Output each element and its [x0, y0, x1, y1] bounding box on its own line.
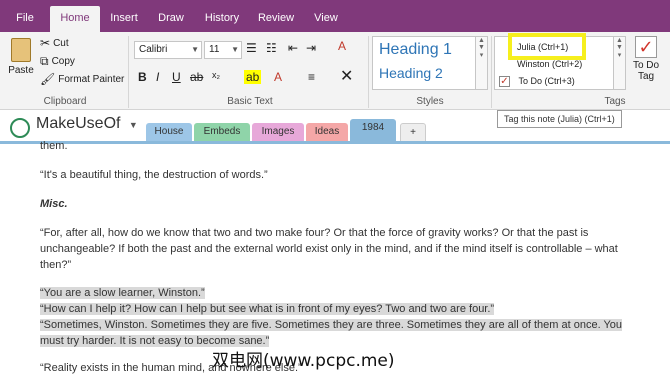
quote[interactable]: “It's a beautiful thing, the destruction…	[40, 167, 640, 183]
font-size-select[interactable]: 11 ▼	[204, 41, 242, 59]
tab-review[interactable]: Review	[254, 6, 298, 32]
basic-text-group-label: Basic Text	[227, 96, 273, 107]
bullets-button[interactable]: ☰	[246, 42, 257, 54]
divider	[491, 36, 492, 108]
tab-history[interactable]: History	[198, 6, 246, 32]
bold-button[interactable]: B	[138, 70, 147, 84]
numbering-button[interactable]: ☷	[266, 42, 277, 54]
tab-file[interactable]: File	[8, 6, 42, 32]
indent-icon: ⇥	[306, 41, 317, 55]
font-family-select[interactable]: Calibri ▼	[134, 41, 202, 59]
tag-todo[interactable]: ✓ To Do (Ctrl+3)	[499, 73, 575, 89]
style-heading-2[interactable]: Heading 2	[379, 65, 443, 81]
heading-misc[interactable]: Misc.	[40, 196, 640, 212]
increase-indent-button[interactable]: ⇥	[306, 42, 316, 54]
copy-button[interactable]: ⧉ Copy	[40, 55, 75, 67]
brush-icon: 🖌	[40, 72, 56, 86]
copy-icon: ⧉	[40, 54, 49, 68]
tab-home[interactable]: Home	[50, 6, 100, 32]
bullet-list-icon: ☰	[246, 41, 257, 55]
scissors-icon: ✂	[40, 36, 51, 50]
cut-button[interactable]: ✂ Cut	[40, 37, 69, 49]
tab-insert[interactable]: Insert	[104, 6, 144, 32]
underline-button[interactable]: U	[172, 70, 181, 84]
chevron-down-icon: ▼	[231, 45, 239, 54]
subscript-button[interactable]: x₂	[212, 70, 220, 80]
decrease-indent-button[interactable]: ⇤	[288, 42, 298, 54]
checkbox-icon: ✓	[499, 76, 510, 88]
divider	[368, 36, 369, 108]
tab-view[interactable]: View	[308, 6, 344, 32]
paste-button[interactable]: Paste	[8, 38, 34, 76]
notebook-icon	[10, 118, 30, 138]
style-heading-1[interactable]: Heading 1	[379, 41, 452, 59]
format-painter-button[interactable]: 🖌 Format Painter	[40, 73, 124, 85]
highlight-box	[508, 33, 586, 60]
paragraph-line[interactable]: “For, after all, how do we know that two…	[40, 225, 640, 241]
highlighted-line[interactable]: “Sometimes, Winston. Sometimes they are …	[40, 319, 623, 331]
align-button[interactable]: ≡	[308, 70, 315, 84]
strikethrough-button[interactable]: ab	[190, 70, 203, 84]
watermark: 双电网(www.pcpc.me)	[212, 351, 395, 371]
todo-tag-button[interactable]: ✓ To Do Tag	[632, 36, 660, 88]
chevron-down-icon: ▼	[191, 45, 199, 54]
ribbon-tab-bar: File Home Insert Draw History Review Vie…	[0, 0, 670, 32]
clear-formatting-button[interactable]: A	[338, 40, 346, 52]
tag-tooltip: Tag this note (Julia) (Ctrl+1)	[497, 110, 622, 128]
notebook-name[interactable]: MakeUseOf ▼	[36, 115, 138, 133]
numbered-list-icon: ☷	[266, 41, 277, 55]
chevron-down-icon: ▼	[128, 120, 138, 130]
paragraph-line[interactable]: unchangeable? If both the past and the e…	[40, 241, 640, 257]
tags-scroll[interactable]: ▲ ▼ ▾	[614, 36, 626, 90]
styles-group-label: Styles	[416, 96, 444, 107]
checkmark-icon: ✓	[635, 36, 657, 58]
highlighted-line[interactable]: “How can I help it? How can I help but s…	[40, 303, 495, 315]
paste-icon	[11, 38, 31, 62]
styles-scroll[interactable]: ▲ ▼ ▾	[476, 36, 488, 90]
highlighted-line[interactable]: “You are a slow learner, Winston.”	[40, 287, 205, 299]
font-color-button[interactable]: A	[274, 70, 282, 84]
clear-format-icon: A	[338, 39, 347, 53]
outdent-icon: ⇤	[288, 41, 299, 55]
page-content[interactable]: them. “It's a beautiful thing, the destr…	[0, 140, 670, 379]
tab-draw[interactable]: Draw	[152, 6, 190, 32]
delete-icon[interactable]: ✕	[340, 66, 353, 86]
highlight-button[interactable]: ab	[244, 70, 262, 84]
tags-group-label: Tags	[604, 96, 626, 107]
styles-gallery[interactable]: Heading 1 Heading 2	[372, 36, 476, 90]
paragraph-line[interactable]: then?”	[40, 257, 640, 273]
text-line[interactable]: them.	[40, 138, 640, 154]
italic-button[interactable]: I	[156, 70, 159, 84]
clipboard-group-label: Clipboard	[43, 96, 87, 107]
divider	[128, 36, 129, 108]
